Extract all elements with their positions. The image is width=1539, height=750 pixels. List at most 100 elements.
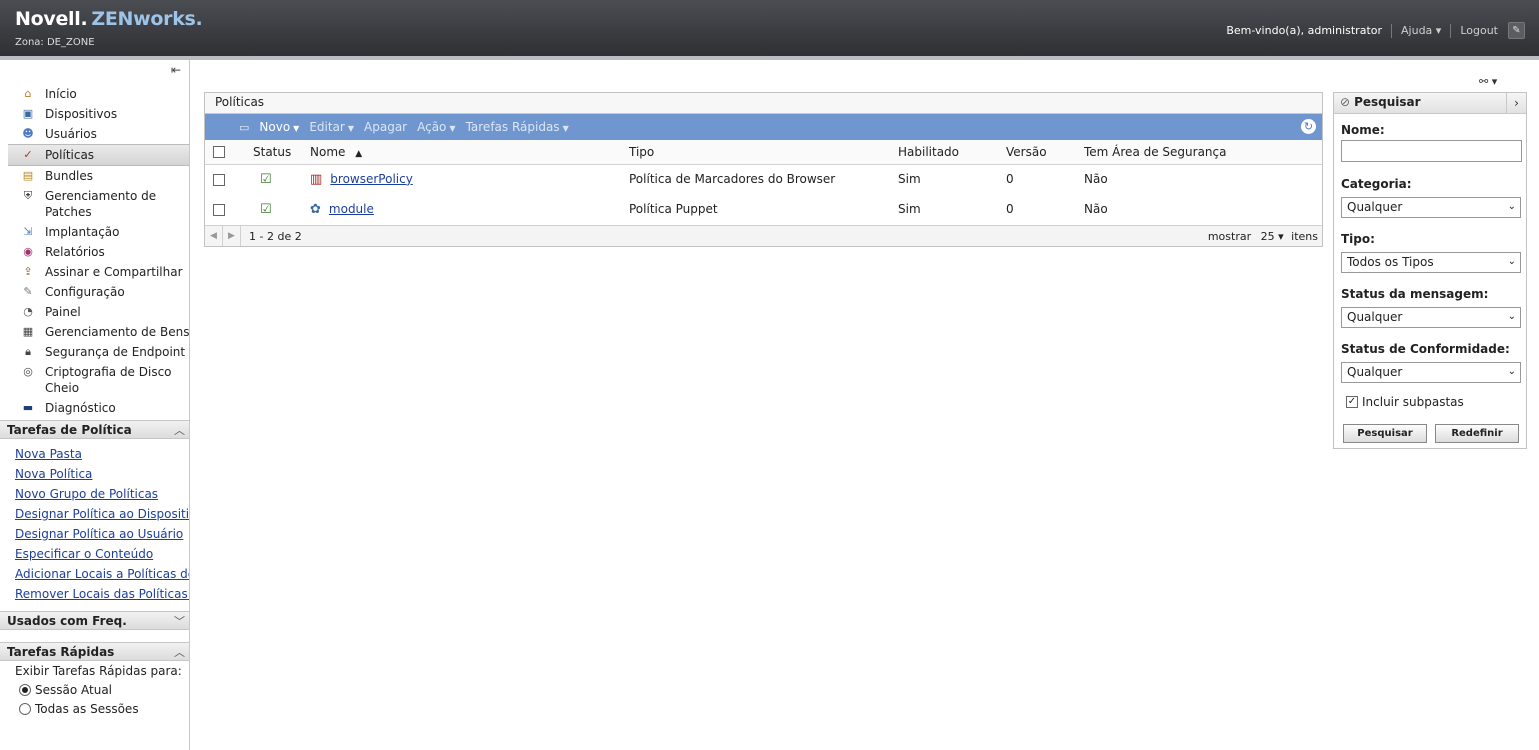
task-nova-pasta[interactable]: Nova Pasta bbox=[15, 444, 189, 464]
search-header: ⊘ Pesquisar › bbox=[1334, 93, 1526, 114]
status-ok-icon: ☑ bbox=[260, 201, 272, 217]
col-version[interactable]: Versão bbox=[1006, 140, 1084, 165]
delete-button[interactable]: Apagar bbox=[364, 120, 407, 134]
policy-tasks-list: Nova Pasta Nova Política Novo Grupo de P… bbox=[15, 444, 189, 604]
nav-item-assinar[interactable]: ⇪ Assinar e Compartilhar bbox=[8, 262, 189, 282]
name-label: Nome: bbox=[1341, 123, 1385, 137]
task-designar-usuario[interactable]: Designar Política ao Usuário bbox=[15, 524, 189, 544]
search-panel: ⊘ Pesquisar › Nome: Categoria: Qualquer ⌄ … bbox=[1333, 92, 1527, 449]
next-page-icon[interactable]: ▶ bbox=[223, 226, 241, 246]
folder-up-icon[interactable]: ▭ bbox=[239, 121, 249, 134]
diagnostic-icon: ▬ bbox=[22, 401, 34, 414]
compliance-label: Status de Conformidade: bbox=[1341, 342, 1510, 356]
compliance-select[interactable]: Qualquer ⌄ bbox=[1341, 362, 1521, 383]
wrench-icon[interactable]: ✎ bbox=[1508, 22, 1525, 39]
puppet-policy-icon: ✿ bbox=[310, 201, 321, 217]
col-type[interactable]: Tipo bbox=[629, 140, 898, 165]
nav-item-bens[interactable]: ▦ Gerenciamento de Bens bbox=[8, 322, 189, 342]
nav-item-usuarios[interactable]: ☻ Usuários bbox=[8, 124, 189, 144]
reset-button[interactable]: Redefinir bbox=[1435, 424, 1519, 443]
radio-current-session[interactable]: Sessão Atual bbox=[19, 683, 112, 697]
left-sidebar: ⇤ ⌂ Início ▣ Dispositivos ☻ Usuários ✓ Polít… bbox=[0, 60, 190, 750]
cell-sandbox: Não bbox=[1084, 172, 1108, 187]
name-input[interactable] bbox=[1341, 140, 1522, 162]
quick-tasks-menu[interactable]: Tarefas Rápidas ▼ bbox=[466, 120, 569, 134]
type-select[interactable]: Todos os Tipos ⌄ bbox=[1341, 252, 1521, 273]
radio-all-sessions[interactable]: Todas as Sessões bbox=[19, 702, 139, 716]
logout-link[interactable]: Logout bbox=[1460, 24, 1498, 37]
row-checkbox[interactable] bbox=[213, 173, 225, 186]
radio-button[interactable] bbox=[19, 703, 31, 715]
include-subfolders[interactable]: ✓ Incluir subpastas bbox=[1346, 395, 1464, 409]
items-label: itens bbox=[1291, 230, 1318, 243]
col-sandbox[interactable]: Tem Área de Segurança bbox=[1084, 140, 1322, 165]
frequent-header[interactable]: Usados com Freq. ﹀ bbox=[0, 611, 189, 630]
col-status[interactable]: Status bbox=[232, 140, 310, 165]
category-label: Categoria: bbox=[1341, 177, 1412, 191]
disk-icon: ◎ bbox=[23, 365, 33, 378]
home-icon: ⌂ bbox=[24, 87, 32, 100]
nav-item-relatorios[interactable]: ◉ Relatórios bbox=[8, 242, 189, 262]
show-label: mostrar bbox=[1207, 230, 1252, 243]
users-icon: ☻ bbox=[22, 127, 34, 140]
col-name[interactable]: Nome ▲ bbox=[310, 140, 629, 165]
collapse-sidebar-icon[interactable]: ⇤ bbox=[171, 63, 181, 77]
cell-version: 0 bbox=[1006, 202, 1014, 216]
grid-footer: ◀ ▶ 1 - 2 de 2 mostrar 25 ▾ itens bbox=[205, 225, 1322, 246]
search-button[interactable]: Pesquisar bbox=[1343, 424, 1427, 443]
msg-status-select[interactable]: Qualquer ⌄ bbox=[1341, 307, 1521, 328]
nav-item-bundles[interactable]: ▤ Bundles bbox=[8, 166, 189, 186]
page-range: 1 - 2 de 2 bbox=[249, 229, 302, 243]
grid-toolbar: ▭ Novo ▼ Editar ▼ Apagar Ação ▼ Tarefas Ráp… bbox=[205, 114, 1322, 140]
refresh-icon[interactable]: ↻ bbox=[1301, 119, 1316, 134]
nav-item-criptografia[interactable]: ◎ Criptografia de Disco Cheio bbox=[8, 362, 189, 398]
nav-item-implantacao[interactable]: ⇲ Implantação bbox=[8, 222, 189, 242]
policies-panel: Políticas ▭ Novo ▼ Editar ▼ Apagar Ação ▼ T… bbox=[204, 92, 1323, 247]
nav-item-configuracao[interactable]: ✎ Configuração bbox=[8, 282, 189, 302]
policy-link[interactable]: browserPolicy bbox=[330, 172, 413, 186]
nav-item-inicio[interactable]: ⌂ Início bbox=[8, 84, 189, 104]
page-size-select[interactable]: 25 ▾ bbox=[1261, 230, 1284, 243]
subfolders-checkbox[interactable]: ✓ bbox=[1346, 396, 1358, 408]
col-enabled[interactable]: Habilitado bbox=[898, 140, 1006, 165]
task-remover-locais[interactable]: Remover Locais das Políticas de bbox=[15, 584, 189, 604]
task-especificar-conteudo[interactable]: Especificar o Conteúdo bbox=[15, 544, 189, 564]
help-menu[interactable]: Ajuda ▾ bbox=[1401, 24, 1441, 37]
report-icon: ◉ bbox=[23, 245, 33, 258]
nav-item-painel[interactable]: ◔ Painel bbox=[8, 302, 189, 322]
lock-icon: 🔒︎ bbox=[25, 345, 31, 358]
task-adicionar-locais[interactable]: Adicionar Locais a Políticas de bbox=[15, 564, 189, 584]
chevron-up-icon: ︿ bbox=[174, 424, 185, 437]
nav-item-dispositivos[interactable]: ▣ Dispositivos bbox=[8, 104, 189, 124]
category-select[interactable]: Qualquer ⌄ bbox=[1341, 197, 1521, 218]
radio-button[interactable] bbox=[19, 684, 31, 696]
status-ok-icon: ☑ bbox=[260, 171, 272, 187]
nav-item-endpoint[interactable]: 🔒︎ Segurança de Endpoint bbox=[8, 342, 189, 362]
header-divider bbox=[0, 56, 1539, 60]
row-checkbox[interactable] bbox=[213, 203, 225, 216]
bundle-icon: ▤ bbox=[22, 169, 34, 182]
subscribe-icon: ⇪ bbox=[23, 265, 33, 278]
prev-page-icon[interactable]: ◀ bbox=[205, 226, 223, 246]
welcome-text: Bem-vindo(a), administrator bbox=[1226, 24, 1383, 37]
chevron-down-icon: ⌄ bbox=[1507, 201, 1516, 212]
link-options-icon[interactable]: ⚯ ▾ bbox=[1479, 75, 1497, 88]
select-all-checkbox[interactable] bbox=[213, 146, 225, 159]
task-nova-politica[interactable]: Nova Política bbox=[15, 464, 189, 484]
task-novo-grupo[interactable]: Novo Grupo de Políticas bbox=[15, 484, 189, 504]
new-menu[interactable]: Novo ▼ bbox=[259, 120, 299, 134]
nav-item-diagnostico[interactable]: ▬ Diagnóstico bbox=[8, 398, 189, 418]
chevron-right-icon[interactable]: › bbox=[1506, 93, 1526, 113]
cell-type: Política Puppet bbox=[629, 202, 718, 216]
edit-menu[interactable]: Editar ▼ bbox=[309, 120, 354, 134]
policy-link[interactable]: module bbox=[329, 202, 374, 216]
nav-item-politicas[interactable]: ✓ Políticas bbox=[8, 144, 189, 166]
nav-item-patches[interactable]: ⛨ Gerenciamento de Patches bbox=[8, 186, 189, 222]
action-menu[interactable]: Ação ▼ bbox=[417, 120, 455, 134]
panel-title: Políticas bbox=[205, 93, 1322, 114]
quick-tasks-header[interactable]: Tarefas Rápidas ︿ bbox=[0, 642, 189, 661]
task-designar-dispositivo[interactable]: Designar Política ao Dispositivo bbox=[15, 504, 189, 524]
cell-enabled: Sim bbox=[898, 202, 921, 216]
policy-tasks-header[interactable]: Tarefas de Política ︿ bbox=[0, 420, 189, 439]
browser-policy-icon: ▥ bbox=[310, 171, 323, 187]
